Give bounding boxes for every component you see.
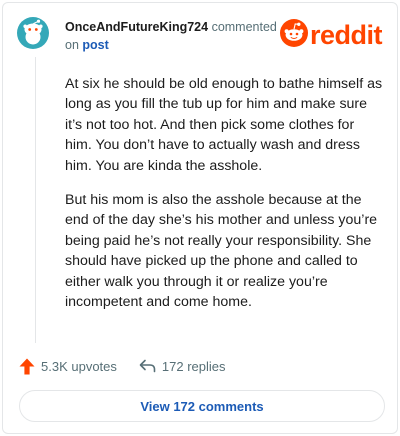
replies-count: 172 replies: [161, 358, 226, 374]
reply-arrow-icon: [139, 359, 156, 373]
post-link[interactable]: post: [82, 38, 108, 52]
view-comments-button[interactable]: View 172 comments: [19, 390, 385, 422]
snoo-avatar-icon[interactable]: [17, 17, 49, 49]
thread-line[interactable]: [35, 57, 36, 343]
action-text: commented: [211, 20, 277, 34]
upvote-button[interactable]: 5.3K upvotes: [19, 358, 117, 375]
comment-paragraph: At six he should be old enough to bathe …: [65, 76, 383, 174]
username[interactable]: OnceAndFutureKing724: [65, 20, 208, 34]
replies-button[interactable]: 172 replies: [139, 359, 226, 374]
comment-paragraph: But his mom is also the asshole because …: [65, 192, 378, 311]
on-text: on: [65, 38, 79, 52]
reddit-snoo-icon: [280, 18, 308, 52]
upvote-arrow-icon: [19, 358, 35, 375]
comment-actions: 5.3K upvotes 172 replies: [19, 355, 389, 377]
upvote-count: 5.3K upvotes: [41, 358, 117, 374]
comment-body: At six he should be old enough to bathe …: [65, 74, 383, 326]
reddit-wordmark: reddit: [310, 20, 383, 50]
comment-card: OnceAndFutureKing724 commented on post r…: [2, 2, 398, 434]
comment-header: OnceAndFutureKing724 commented on post: [65, 18, 280, 54]
reddit-logo: reddit: [280, 18, 390, 52]
